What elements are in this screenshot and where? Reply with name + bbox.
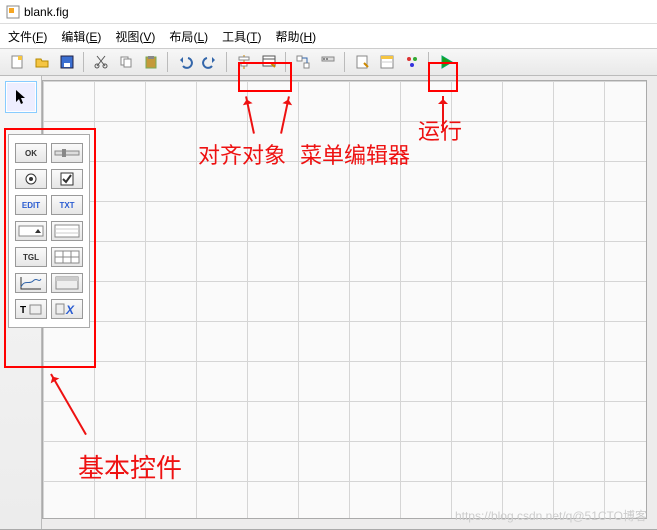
radio-control[interactable] bbox=[15, 169, 47, 189]
open-icon[interactable] bbox=[31, 51, 53, 73]
undo-icon[interactable] bbox=[174, 51, 196, 73]
separator bbox=[167, 52, 169, 72]
panel-control[interactable] bbox=[51, 273, 83, 293]
titlebar: blank.fig bbox=[0, 0, 657, 24]
menu-file[interactable]: 文件(F) bbox=[8, 28, 47, 45]
activex-control[interactable]: X bbox=[51, 299, 83, 319]
separator bbox=[83, 52, 85, 72]
new-icon[interactable] bbox=[6, 51, 28, 73]
select-tool[interactable] bbox=[6, 82, 36, 112]
cut-icon[interactable] bbox=[90, 51, 112, 73]
checkbox-control[interactable] bbox=[51, 169, 83, 189]
menu-edit[interactable]: 编辑(E) bbox=[61, 28, 101, 45]
menu-layout[interactable]: 布局(L) bbox=[169, 28, 208, 45]
layout-grid[interactable] bbox=[42, 80, 647, 519]
watermark: https://blog.csdn.net/q@51CTO博客 bbox=[455, 507, 647, 524]
work-area bbox=[0, 76, 657, 530]
pushbutton-control[interactable]: OK bbox=[15, 143, 47, 163]
canvas-area bbox=[42, 76, 657, 529]
separator bbox=[226, 52, 228, 72]
menu-help[interactable]: 帮助(H) bbox=[275, 28, 316, 45]
axes-control[interactable] bbox=[15, 273, 47, 293]
controls-palette: OK EDIT TXT TGL T X bbox=[8, 134, 90, 328]
redo-icon[interactable] bbox=[199, 51, 221, 73]
menu-editor-icon[interactable] bbox=[258, 51, 280, 73]
toolbar-editor-icon[interactable] bbox=[317, 51, 339, 73]
buttongroup-control[interactable]: T bbox=[15, 299, 47, 319]
svg-text:T: T bbox=[20, 305, 26, 316]
mfile-editor-icon[interactable] bbox=[351, 51, 373, 73]
toolbar bbox=[0, 48, 657, 76]
listbox-control[interactable] bbox=[51, 221, 83, 241]
menu-tools[interactable]: 工具(T) bbox=[222, 28, 261, 45]
tab-order-icon[interactable] bbox=[292, 51, 314, 73]
copy-icon[interactable] bbox=[115, 51, 137, 73]
separator bbox=[285, 52, 287, 72]
menubar: 文件(F) 编辑(E) 视图(V) 布局(L) 工具(T) 帮助(H) bbox=[0, 24, 657, 48]
run-icon[interactable] bbox=[435, 51, 457, 73]
window-title: blank.fig bbox=[24, 5, 69, 19]
paste-icon[interactable] bbox=[140, 51, 162, 73]
text-control[interactable]: TXT bbox=[51, 195, 83, 215]
edit-control[interactable]: EDIT bbox=[15, 195, 47, 215]
separator bbox=[428, 52, 430, 72]
app-icon bbox=[6, 5, 20, 19]
object-browser-icon[interactable] bbox=[401, 51, 423, 73]
toggle-control[interactable]: TGL bbox=[15, 247, 47, 267]
slider-control[interactable] bbox=[51, 143, 83, 163]
property-inspector-icon[interactable] bbox=[376, 51, 398, 73]
menu-view[interactable]: 视图(V) bbox=[115, 28, 155, 45]
separator bbox=[344, 52, 346, 72]
table-control[interactable] bbox=[51, 247, 83, 267]
popup-control[interactable] bbox=[15, 221, 47, 241]
svg-text:X: X bbox=[65, 303, 75, 317]
align-objects-icon[interactable] bbox=[233, 51, 255, 73]
save-icon[interactable] bbox=[56, 51, 78, 73]
